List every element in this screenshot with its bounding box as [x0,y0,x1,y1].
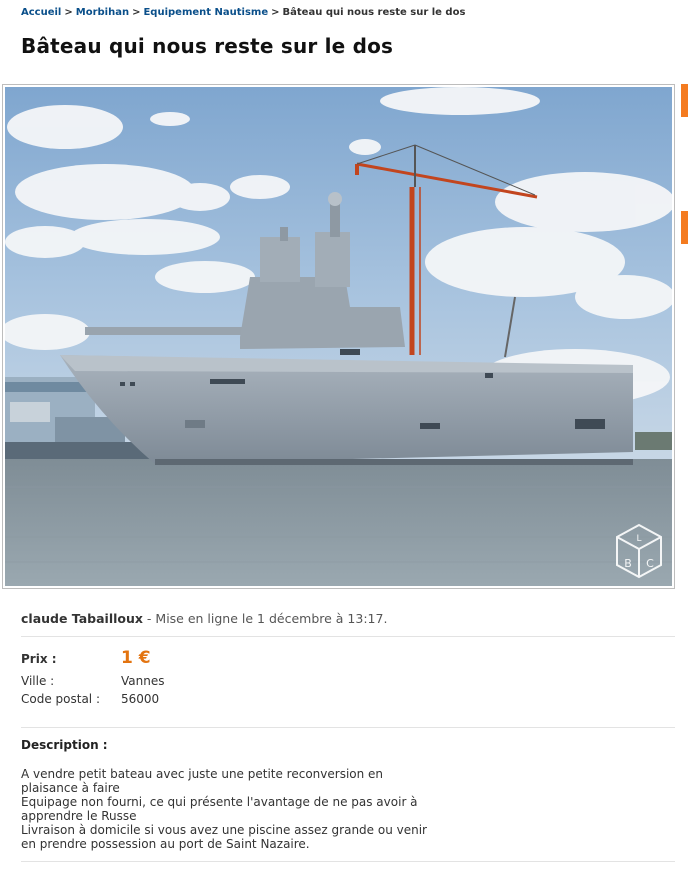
divider [21,636,675,637]
price-label: Prix : [21,652,57,666]
listing-photo-image: L B C [5,87,672,586]
breadcrumb-current: Bâteau qui nous reste sur le dos [282,7,466,18]
city-label: Ville : [21,674,55,688]
side-tab[interactable] [681,211,688,244]
description-title: Description : [21,738,108,752]
price-value: 1 € [121,648,151,668]
svg-text:B: B [624,557,632,570]
breadcrumb: Accueil > Morbihan > Equipement Nautisme > Bât… [21,7,465,18]
divider [21,727,675,728]
breadcrumb-link-home[interactable]: Accueil [21,7,61,18]
svg-text:C: C [646,557,654,570]
posted-date: - Mise en ligne le 1 décembre à 13:17. [142,611,388,626]
postcode-label: Code postal : [21,692,100,706]
breadcrumb-separator: > [271,7,280,18]
postcode-value: 56000 [121,692,160,706]
description-text: A vendre petit bateau avec juste une pet… [21,767,427,851]
side-tab[interactable] [681,84,688,117]
breadcrumb-link-region[interactable]: Morbihan [76,7,129,18]
listing-photo[interactable]: L B C [2,84,675,589]
breadcrumb-link-category[interactable]: Equipement Nautisme [143,7,268,18]
svg-text:L: L [636,534,641,544]
city-value: Vannes [121,674,165,688]
breadcrumb-separator: > [64,7,73,18]
page-title: Bâteau qui nous reste sur le dos [21,34,394,58]
divider [21,861,675,862]
seller-info: claude Tabailloux - Mise en ligne le 1 d… [21,611,387,626]
breadcrumb-separator: > [132,7,141,18]
seller-name-link[interactable]: claude Tabailloux [21,611,143,626]
